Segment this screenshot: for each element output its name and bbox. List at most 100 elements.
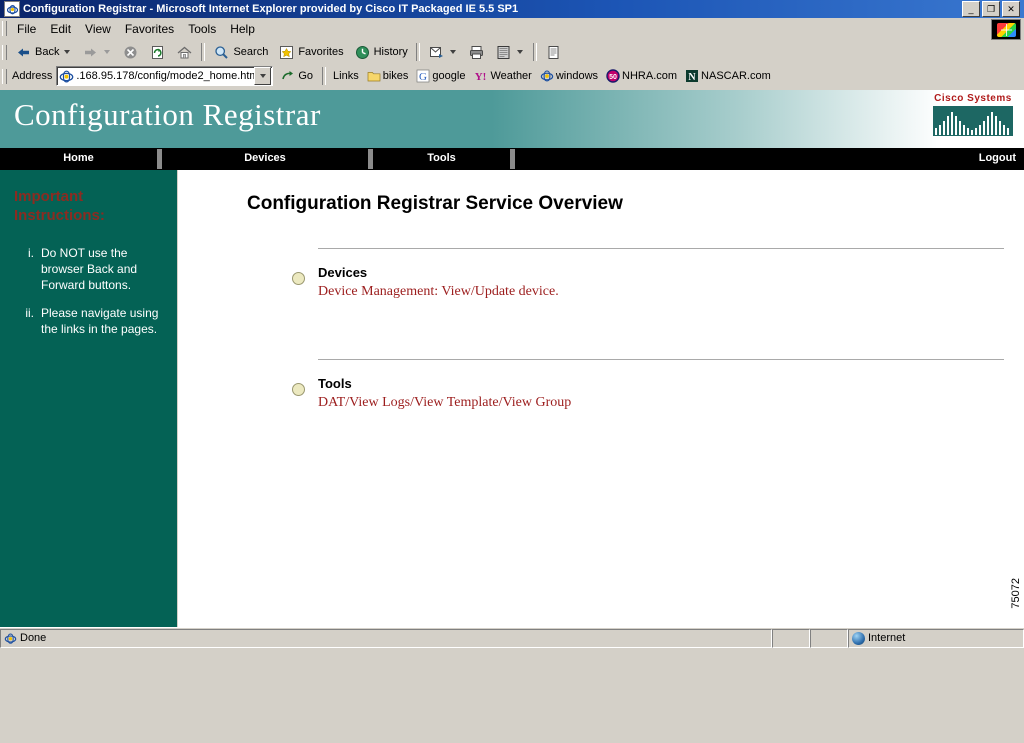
list-item: i. Do NOT use the browser Back and Forwa… xyxy=(12,245,162,293)
link-weather-label: Weather xyxy=(490,70,532,82)
home-icon xyxy=(178,46,192,58)
app-banner: Configuration Registrar Cisco Systems xyxy=(0,90,1024,148)
go-button[interactable]: Go xyxy=(273,68,319,85)
address-dropdown-button[interactable] xyxy=(254,67,272,85)
forward-dropdown-icon[interactable] xyxy=(104,50,111,54)
menu-bar: File Edit View Favorites Tools Help xyxy=(0,18,1024,40)
address-input[interactable]: .168.95.178/config/mode2_home.html xyxy=(56,66,274,86)
print-button[interactable] xyxy=(463,42,490,63)
menu-favorites[interactable]: Favorites xyxy=(118,20,181,38)
back-dropdown-icon[interactable] xyxy=(64,50,71,54)
bullet-icon xyxy=(292,272,305,285)
refresh-button[interactable] xyxy=(144,42,171,63)
close-button[interactable]: ✕ xyxy=(1002,1,1020,17)
refresh-icon xyxy=(152,45,164,59)
nav-logout[interactable]: Logout xyxy=(979,152,1016,164)
windows-logo-icon[interactable] xyxy=(991,19,1021,40)
mail-button[interactable] xyxy=(423,42,463,63)
svg-text:50: 50 xyxy=(609,74,617,81)
address-drag-grip[interactable] xyxy=(2,68,7,84)
nascar-icon: N xyxy=(686,70,699,83)
toolbar-drag-grip[interactable] xyxy=(2,44,7,60)
nav-home[interactable]: Home xyxy=(0,152,157,164)
link-google[interactable]: G google xyxy=(412,69,469,83)
go-button-label: Go xyxy=(298,70,314,82)
ie-logo-glyph xyxy=(6,4,18,14)
status-bar: Done Internet xyxy=(0,627,1024,648)
link-weather[interactable]: Y! Weather xyxy=(469,69,535,83)
list-item-number: ii. xyxy=(25,306,34,320)
minimize-button[interactable]: _ xyxy=(962,1,980,17)
forward-arrow-icon xyxy=(85,48,97,56)
menu-help[interactable]: Help xyxy=(223,20,262,38)
google-icon: G xyxy=(417,69,430,83)
link-google-label: google xyxy=(432,70,466,82)
back-button-label: Back xyxy=(35,46,60,58)
sidebar-heading: Important Instructions: xyxy=(14,188,105,224)
svg-text:N: N xyxy=(688,72,696,83)
history-clock-icon xyxy=(355,45,369,59)
menu-file[interactable]: File xyxy=(10,20,43,38)
edit-page-icon xyxy=(497,45,510,59)
discuss-button[interactable] xyxy=(540,42,567,63)
nav-devices[interactable]: Devices xyxy=(162,152,368,164)
go-arrow-icon xyxy=(282,70,294,79)
section-link[interactable]: Device Management: View/Update device. xyxy=(318,284,1004,300)
document-icon xyxy=(548,45,559,59)
security-zone-cell: Internet xyxy=(848,628,1024,648)
stop-button[interactable] xyxy=(117,42,144,63)
nav-tools[interactable]: Tools xyxy=(373,152,510,164)
nav-separator-3 xyxy=(510,149,515,169)
sidebar-instruction-list: i. Do NOT use the browser Back and Forwa… xyxy=(12,245,162,349)
svg-text:G: G xyxy=(419,71,427,83)
browser-toolbar: Back Search Favorites History xyxy=(0,40,1024,64)
section-divider xyxy=(318,248,1004,249)
address-value: .168.95.178/config/mode2_home.html xyxy=(76,70,255,82)
forward-button[interactable] xyxy=(77,42,117,63)
toolbar-separator-2 xyxy=(415,43,420,61)
window-title-bar: Configuration Registrar - Microsoft Inte… xyxy=(0,0,1024,18)
link-nascar[interactable]: N NASCAR.com xyxy=(681,69,775,83)
internet-globe-icon xyxy=(852,631,865,645)
status-spacer-1 xyxy=(772,628,810,648)
status-message: Done xyxy=(20,632,47,644)
section-heading: Tools xyxy=(318,376,352,391)
search-button[interactable]: Search xyxy=(208,42,273,63)
figure-code: 75072 xyxy=(1010,578,1022,609)
link-bikes-label: bikes xyxy=(382,70,409,82)
favorites-button-label: Favorites xyxy=(298,46,344,58)
link-windows[interactable]: windows xyxy=(536,69,602,83)
menu-tools[interactable]: Tools xyxy=(181,20,223,38)
section-divider xyxy=(318,359,1004,360)
edit-button[interactable] xyxy=(490,42,530,63)
list-item: ii. Please navigate using the links in t… xyxy=(12,305,162,337)
cisco-bars-icon xyxy=(935,112,1009,135)
edit-dropdown-icon[interactable] xyxy=(516,50,523,54)
address-label: Address xyxy=(12,70,53,82)
menu-drag-grip[interactable] xyxy=(2,21,7,36)
mail-icon xyxy=(429,46,443,58)
favorites-button[interactable]: Favorites xyxy=(273,42,348,63)
address-bar: Address .168.95.178/config/mode2_home.ht… xyxy=(0,64,1024,88)
page-body: Important Instructions: i. Do NOT use th… xyxy=(0,170,1024,627)
history-button-label: History xyxy=(373,46,408,58)
menu-view[interactable]: View xyxy=(78,20,118,38)
link-bikes[interactable]: bikes xyxy=(363,69,413,83)
cisco-logo-text: Cisco Systems xyxy=(934,93,1012,104)
link-nhra[interactable]: 50 NHRA.com xyxy=(602,69,681,83)
menu-edit[interactable]: Edit xyxy=(43,20,78,38)
toolbar-separator-3 xyxy=(532,43,537,61)
history-button[interactable]: History xyxy=(349,42,413,63)
home-button[interactable] xyxy=(171,42,198,63)
restore-button[interactable]: ❐ xyxy=(982,1,1000,17)
cisco-bridge-graphic xyxy=(933,106,1013,136)
folder-icon xyxy=(367,72,381,82)
sidebar: Important Instructions: i. Do NOT use th… xyxy=(0,170,178,627)
section-link[interactable]: DAT/View Logs/View Template/View Group xyxy=(318,395,1004,411)
list-item-text: Do NOT use the browser Back and Forward … xyxy=(41,246,138,292)
stop-icon xyxy=(124,46,137,58)
back-button[interactable]: Back xyxy=(10,42,77,63)
app-title: Configuration Registrar xyxy=(14,97,321,132)
section-devices: Devices Device Management: View/Update d… xyxy=(292,248,1004,300)
mail-dropdown-icon[interactable] xyxy=(449,50,456,54)
